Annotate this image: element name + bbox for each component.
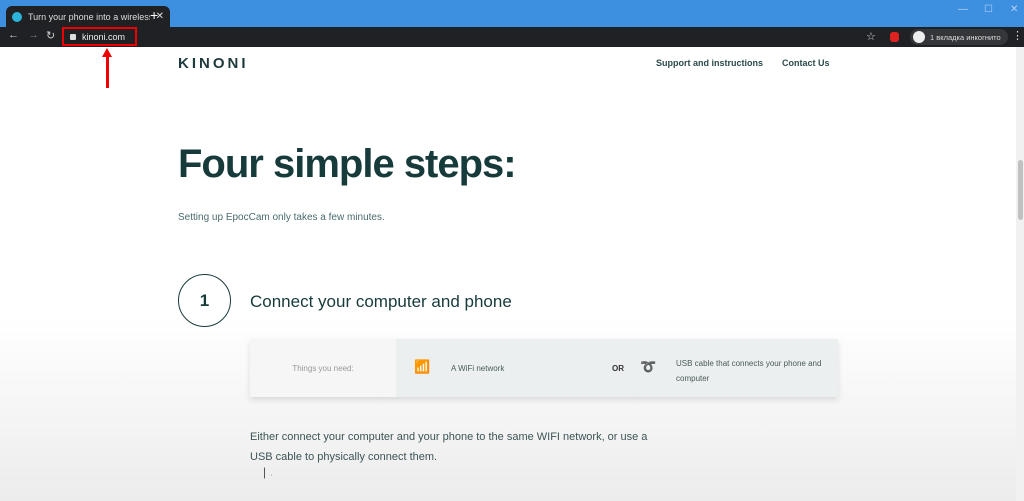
mouse-cursor-icon [264,467,272,479]
needs-label: Things you need: [250,339,396,397]
page-title: Four simple steps: [178,142,517,186]
or-label: OR [612,364,624,373]
tab-title: Turn your phone into a wireless webcam [27,11,150,22]
annotation-arrow-icon [102,48,112,88]
usb-text: USB cable that connects your phone and c… [676,359,822,383]
subtitle: Setting up EpocCam only takes a few minu… [178,212,385,223]
forward-icon[interactable]: → [28,29,39,41]
close-window-icon[interactable]: ✕ [1010,4,1018,15]
url-highlight-box [62,27,137,46]
wifi-icon: 📶 [414,359,431,374]
step-description: Either connect your computer and your ph… [250,431,648,463]
new-tab-icon[interactable]: + [150,7,158,23]
back-icon[interactable]: ← [8,29,19,41]
web-page: KINONI Support and instructions Contact … [0,47,1016,501]
extension-icon[interactable] [890,32,899,42]
usb-cable-icon: ➰ [640,359,657,374]
favicon-icon [12,11,22,22]
incognito-badge[interactable]: 1 вкладка инкогнито [910,29,1008,45]
scrollbar-thumb[interactable] [1018,160,1023,220]
address-bar[interactable]: kinoni.com [62,29,862,45]
incognito-icon [913,31,925,43]
star-icon[interactable]: ☆ [866,30,876,43]
menu-icon[interactable]: ⋮ [1012,29,1023,42]
reload-icon[interactable]: ↻ [46,29,55,42]
step-title: Connect your computer and phone [250,292,512,311]
kinoni-logo[interactable]: KINONI [178,55,249,72]
maximize-icon[interactable]: ☐ [984,4,993,15]
support-link[interactable]: Support and instructions [656,58,763,68]
needs-card: Things you need: 📶 A WiFi network OR ➰ U… [250,339,838,397]
scrollbar[interactable] [1016,47,1024,501]
browser-tab[interactable]: Turn your phone into a wireless webcam ✕ [6,6,170,27]
wifi-text: A WiFi network [451,364,505,373]
incognito-label: 1 вкладка инкогнито [930,32,1001,42]
tab-bar: Turn your phone into a wireless webcam ✕… [0,0,1024,27]
step-number: 1 [178,274,231,327]
contact-link[interactable]: Contact Us [782,58,830,68]
minimize-icon[interactable]: — [958,4,968,15]
